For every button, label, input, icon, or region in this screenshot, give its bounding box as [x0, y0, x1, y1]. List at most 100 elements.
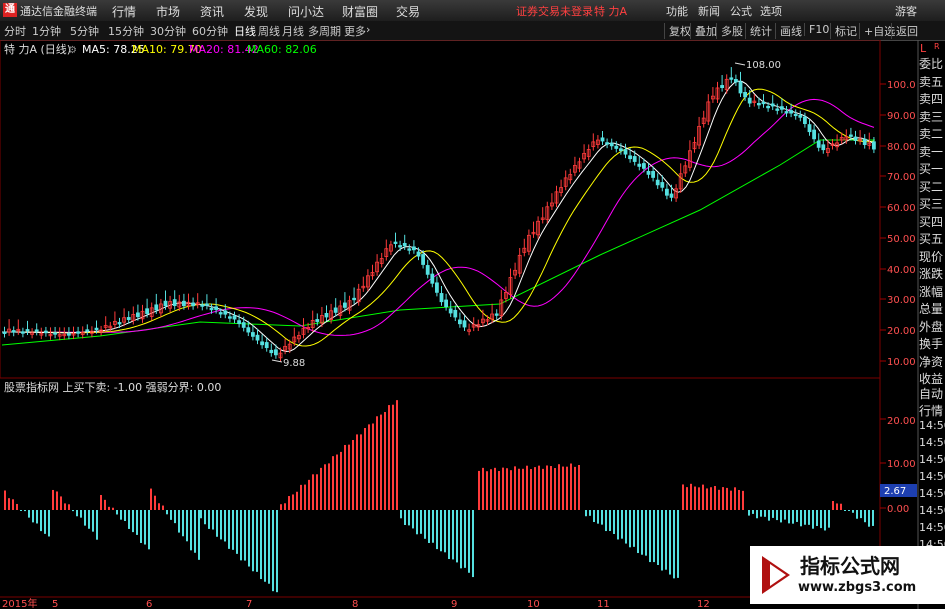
period-tick[interactable]: 分时: [4, 23, 26, 39]
period-more[interactable]: 更多: [344, 23, 366, 39]
indicator-bar-196: [792, 510, 794, 524]
candle-body-107: [494, 313, 499, 316]
indicator-bar-107: [428, 510, 430, 544]
indicator-bar-166: [669, 510, 671, 575]
period-daily[interactable]: 日线: [234, 23, 256, 39]
period-monthly[interactable]: 月线: [282, 23, 304, 39]
btn-overlay[interactable]: 叠加: [690, 23, 717, 39]
period-multi[interactable]: 多周期: [308, 23, 341, 39]
menu-trade[interactable]: 交易: [396, 3, 420, 20]
period-30min[interactable]: 30分钟: [150, 23, 186, 39]
candle-body-177: [816, 140, 821, 148]
candle-body-33: [154, 304, 159, 311]
indicator-bar-123: [494, 467, 496, 510]
indicator-bar-117: [468, 510, 470, 573]
indicator-bar-51: [204, 510, 206, 525]
side-R-icon[interactable]: R: [934, 42, 940, 51]
indicator-bar-78: [312, 474, 314, 510]
menu-discover[interactable]: 发现: [244, 3, 268, 20]
candle-body-74: [342, 302, 347, 308]
candle-body-93: [430, 273, 435, 284]
side-label-7: 买二: [919, 179, 944, 194]
period-15min[interactable]: 15分钟: [108, 23, 144, 39]
indicator-bar-205: [828, 510, 830, 528]
sub-ytick-20: 20.00: [887, 416, 916, 427]
login-status[interactable]: 证券交易未登录: [516, 3, 593, 19]
indicator-bar-150: [605, 510, 607, 532]
ytick-90: 90.00: [887, 111, 916, 122]
side-label-8: 买三: [919, 197, 944, 211]
menu-market[interactable]: 市场: [156, 3, 180, 20]
settings-icon[interactable]: ⚙: [68, 45, 77, 56]
indicator-bar-133: [534, 467, 536, 510]
indicator-bar-140: [562, 466, 564, 510]
indicator-bar-82: [328, 463, 330, 510]
indicator-bar-43: [174, 510, 176, 524]
period-weekly[interactable]: 周线: [258, 23, 280, 39]
side-time-0[interactable]: 自动: [919, 385, 945, 402]
btn-add-watch[interactable]: +自选: [859, 23, 895, 39]
indicator-bar-191: [772, 510, 774, 518]
btn-adjust[interactable]: 复权: [664, 23, 691, 39]
menu-function[interactable]: 功能: [666, 3, 688, 19]
side-time-1[interactable]: 行情: [919, 402, 945, 419]
menu-formula[interactable]: 公式: [730, 3, 752, 19]
menu-ask[interactable]: 问小达: [288, 3, 324, 20]
candle-body-170: [784, 111, 789, 114]
side-label-0: 委比: [919, 57, 944, 71]
menu-newsbtn[interactable]: 新闻: [698, 3, 720, 19]
indicator-bar-132: [530, 469, 532, 510]
ytick-60: 60.00: [887, 203, 916, 214]
indicator-bar-28: [116, 510, 118, 515]
indicator-bar-23: [96, 510, 98, 540]
indicator-bar-57: [228, 510, 230, 549]
side-time-2: 14:50: [919, 419, 945, 432]
indicator-bar-181: [730, 490, 732, 510]
indicator-bar-130: [522, 468, 524, 510]
side-label-10: 买五: [919, 232, 944, 246]
side-L-icon[interactable]: L: [920, 42, 926, 55]
btn-f10[interactable]: F10: [804, 23, 829, 36]
kline-chart[interactable]: 特 力A (日线) ⚙ MA5: 78.25 MA10: 79.70 MA20:…: [0, 40, 945, 609]
period-5min[interactable]: 5分钟: [70, 23, 99, 39]
menu-news[interactable]: 资讯: [200, 3, 224, 20]
indicator-bar-176: [710, 487, 712, 510]
side-label-6: 买一: [919, 162, 944, 176]
ytick-50: 50.00: [887, 234, 916, 245]
indicator-bar-41: [166, 510, 168, 515]
candle-body-90: [416, 251, 421, 257]
btn-mark[interactable]: 标记: [830, 23, 857, 39]
menu-options[interactable]: 选项: [760, 3, 782, 19]
stock-name: 特 力A: [594, 5, 628, 18]
candle-body-162: [747, 97, 752, 104]
indicator-bar-203: [820, 510, 822, 529]
candle-body-7: [34, 329, 39, 332]
period-1min[interactable]: 1分钟: [32, 23, 61, 39]
indicator-bar-167: [673, 510, 675, 579]
indicator-bar-74: [296, 491, 298, 510]
price-grid: [880, 83, 886, 509]
indicator-bar-68: [272, 510, 274, 592]
candle-body-18: [85, 329, 90, 332]
btn-back[interactable]: 返回: [891, 23, 918, 39]
ma20-line: [2, 98, 875, 336]
btn-multistock[interactable]: 多股: [716, 23, 743, 39]
indicator-bar-136: [546, 465, 548, 510]
current-value: 2.67: [884, 486, 906, 497]
menu-quotes[interactable]: 行情: [112, 3, 136, 20]
menu-wealth[interactable]: 财富圈: [342, 3, 378, 20]
indicator-bar-184: [742, 490, 744, 510]
indicator-bar-104: [416, 510, 418, 535]
indicator-bar-101: [404, 510, 406, 526]
indicator-bar-151: [609, 510, 611, 532]
candle-body-158: [729, 77, 734, 80]
side-time-6: 14:50: [919, 487, 945, 500]
indicator-bar-8: [36, 510, 38, 524]
btn-draw[interactable]: 画线: [775, 23, 802, 39]
period-60min[interactable]: 60分钟: [192, 23, 228, 39]
indicator-bar-12: [52, 489, 54, 510]
user-label[interactable]: 游客: [895, 3, 917, 19]
btn-stats[interactable]: 统计: [745, 23, 772, 39]
chevron-right-icon[interactable]: ›: [366, 23, 370, 36]
indicator-bar-33: [136, 510, 138, 535]
